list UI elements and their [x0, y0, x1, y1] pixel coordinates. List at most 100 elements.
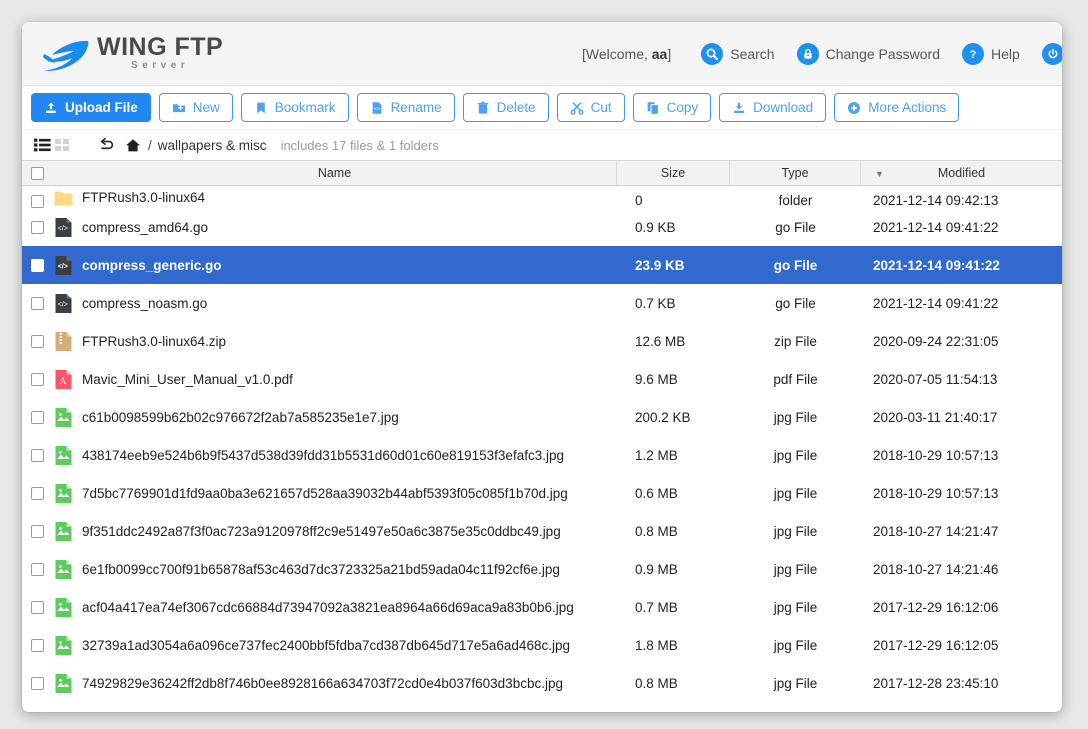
file-name-label: Mavic_Mini_User_Manual_v1.0.pdf: [82, 371, 293, 387]
copy-icon: [647, 101, 659, 115]
file-name-cell[interactable]: 6e1fb0099cc700f91b65878af53c463d7dc37233…: [53, 559, 617, 580]
row-checkbox-cell[interactable]: [22, 524, 53, 538]
delete-button-label: Delete: [496, 100, 536, 115]
file-modified-cell: 2020-03-11 21:40:17: [873, 409, 998, 425]
column-header-name[interactable]: Name: [53, 160, 617, 186]
back-button[interactable]: [98, 137, 115, 153]
help-link[interactable]: ? Help: [962, 43, 1020, 65]
table-row[interactable]: 9f351ddc2492a87f3f0ac723a9120978ff2c9e51…: [22, 512, 1062, 550]
table-row[interactable]: 32739a1ad3054a6a096ce737fec2400bbf5fdba7…: [22, 626, 1062, 664]
app-header: WING FTP Server [Welcome, aa] Search Cha…: [22, 22, 1062, 86]
table-row[interactable]: 438174eeb9e524b6b9f5437d538d39fdd31b5531…: [22, 436, 1062, 474]
row-checkbox-cell[interactable]: [22, 372, 53, 386]
app-logo[interactable]: WING FTP Server: [42, 34, 223, 73]
file-size-cell: 0.7 MB: [635, 599, 678, 615]
file-name-cell[interactable]: 32739a1ad3054a6a096ce737fec2400bbf5fdba7…: [53, 635, 617, 656]
file-name-cell[interactable]: </> compress_amd64.go: [53, 217, 617, 238]
file-size-cell: 1.8 MB: [635, 637, 678, 653]
file-name-cell[interactable]: 9f351ddc2492a87f3f0ac723a9120978ff2c9e51…: [53, 521, 617, 542]
row-checkbox[interactable]: [31, 220, 44, 234]
list-view-icon[interactable]: [34, 138, 51, 152]
table-row[interactable]: 6e1fb0099cc700f91b65878af53c463d7dc37233…: [22, 550, 1062, 588]
file-name-cell[interactable]: c61b0098599b62b02c976672f2ab7a585235e1e7…: [53, 407, 617, 428]
row-checkbox[interactable]: [31, 524, 44, 538]
download-icon: [734, 102, 745, 113]
change-password-link[interactable]: Change Password: [796, 43, 940, 65]
table-row[interactable]: 7d5bc7769901d1fd9aa0ba3e621657d528aa3903…: [22, 474, 1062, 512]
row-checkbox-cell[interactable]: [22, 638, 53, 652]
row-checkbox-cell[interactable]: [22, 296, 53, 310]
column-header-type[interactable]: Type: [730, 160, 861, 186]
file-modified-cell: 2017-12-29 16:12:05: [873, 637, 999, 653]
file-name-cell[interactable]: 7d5bc7769901d1fd9aa0ba3e621657d528aa3903…: [53, 483, 617, 504]
row-checkbox[interactable]: [31, 638, 44, 652]
table-row[interactable]: acf04a417ea74ef3067cdc66884d73947092a382…: [22, 588, 1062, 626]
file-size-cell: 0.8 MB: [635, 523, 678, 539]
select-all-header[interactable]: [22, 160, 53, 186]
table-row[interactable]: </> compress_noasm.go 0.7 KB go File 2021-12…: [22, 284, 1062, 322]
table-row[interactable]: FTPRush3.0-linux64.zip 12.6 MB zip File 202…: [22, 322, 1062, 360]
row-checkbox-cell[interactable]: [22, 195, 53, 208]
row-checkbox[interactable]: [31, 600, 44, 614]
table-row[interactable]: FTPRush3.0-linux64 0 folder 2021-12-14 09:4…: [22, 186, 1062, 208]
breadcrumb-current-folder[interactable]: wallpapers & misc: [158, 138, 267, 153]
row-checkbox-cell[interactable]: [22, 334, 53, 348]
upload-file-button[interactable]: Upload File: [31, 93, 151, 122]
row-checkbox-cell[interactable]: [22, 258, 53, 272]
column-header-size[interactable]: Size: [617, 160, 730, 186]
svg-text:</>: </>: [58, 301, 68, 308]
help-link-label: Help: [991, 46, 1020, 62]
row-checkbox-cell[interactable]: [22, 448, 53, 462]
rename-button[interactable]: <> Rename: [356, 93, 455, 122]
row-checkbox[interactable]: [31, 258, 44, 272]
download-button[interactable]: Download: [719, 93, 827, 122]
file-name-label: 438174eeb9e524b6b9f5437d538d39fdd31b5531…: [82, 447, 564, 463]
row-checkbox-cell[interactable]: [22, 220, 53, 234]
copy-button[interactable]: Copy: [632, 93, 712, 122]
row-checkbox-cell[interactable]: [22, 410, 53, 424]
row-checkbox[interactable]: [31, 372, 44, 386]
file-table-header: Name Size Type ▼ Modified: [22, 160, 1062, 186]
row-checkbox-cell[interactable]: [22, 486, 53, 500]
row-checkbox[interactable]: [31, 676, 44, 690]
file-name-cell[interactable]: A Mavic_Mini_User_Manual_v1.0.pdf: [53, 369, 617, 390]
row-checkbox-cell[interactable]: [22, 562, 53, 576]
more-actions-button[interactable]: More Actions: [834, 93, 960, 122]
image-file-icon: [55, 445, 72, 465]
table-row[interactable]: </> compress_amd64.go 0.9 KB go File 2021-12…: [22, 208, 1062, 246]
table-row[interactable]: </> compress_generic.go 23.9 KB go File 2021…: [22, 246, 1062, 284]
row-checkbox[interactable]: [31, 195, 44, 208]
delete-button[interactable]: Delete: [462, 93, 549, 122]
file-name-cell[interactable]: </> compress_noasm.go: [53, 293, 617, 314]
file-modified-cell: 2021-12-14 09:41:22: [873, 295, 999, 311]
row-checkbox[interactable]: [31, 410, 44, 424]
row-checkbox[interactable]: [31, 486, 44, 500]
new-button[interactable]: New: [158, 93, 233, 122]
table-row[interactable]: 74929829e36242ff2db8f746b0ee8928166a6347…: [22, 664, 1062, 702]
row-checkbox[interactable]: [31, 448, 44, 462]
file-list[interactable]: FTPRush3.0-linux64 0 folder 2021-12-14 09:4…: [22, 186, 1062, 702]
svg-text:?: ?: [970, 49, 977, 61]
row-checkbox[interactable]: [31, 334, 44, 348]
row-checkbox-cell[interactable]: [22, 600, 53, 614]
table-row[interactable]: A Mavic_Mini_User_Manual_v1.0.pdf 9.6 MB pd…: [22, 360, 1062, 398]
row-checkbox[interactable]: [31, 296, 44, 310]
row-checkbox[interactable]: [31, 562, 44, 576]
column-header-modified[interactable]: ▼ Modified: [861, 160, 1062, 186]
row-checkbox-cell[interactable]: [22, 676, 53, 690]
grid-view-icon[interactable]: [55, 138, 70, 152]
cut-button[interactable]: Cut: [556, 93, 625, 122]
bookmark-button[interactable]: Bookmark: [240, 93, 349, 122]
search-link[interactable]: Search: [701, 43, 775, 65]
file-name-cell[interactable]: acf04a417ea74ef3067cdc66884d73947092a382…: [53, 597, 617, 618]
file-name-cell[interactable]: FTPRush3.0-linux64: [53, 187, 617, 208]
table-row[interactable]: c61b0098599b62b02c976672f2ab7a585235e1e7…: [22, 398, 1062, 436]
select-all-checkbox[interactable]: [31, 166, 44, 180]
file-name-cell[interactable]: 438174eeb9e524b6b9f5437d538d39fdd31b5531…: [53, 445, 617, 466]
file-name-cell[interactable]: FTPRush3.0-linux64.zip: [53, 331, 617, 352]
home-button[interactable]: [125, 138, 141, 153]
logout-link[interactable]: Logout: [1041, 43, 1062, 65]
file-name-cell[interactable]: 74929829e36242ff2db8f746b0ee8928166a6347…: [53, 673, 617, 694]
file-type-cell: jpg File: [773, 523, 818, 539]
file-name-cell[interactable]: </> compress_generic.go: [53, 255, 617, 276]
